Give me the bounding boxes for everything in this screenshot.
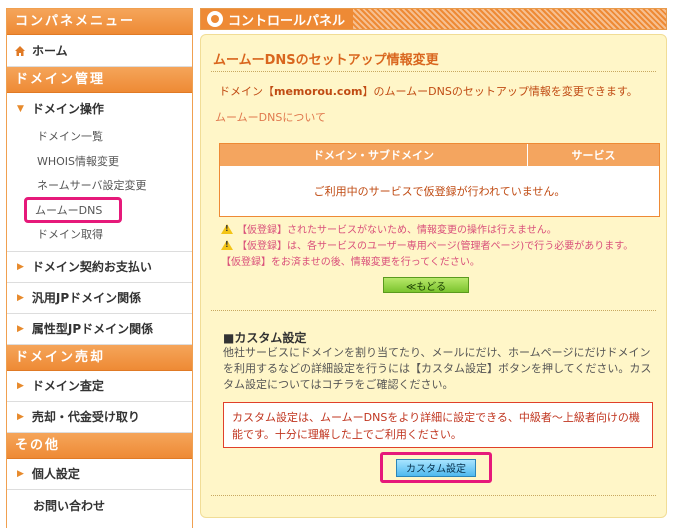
sidebar-subitem-domain-list[interactable]: ドメイン一覧 [7, 124, 192, 149]
custom-button-highlight: カスタム設定 [380, 452, 492, 483]
chevron-right-icon: ▶ [17, 323, 24, 334]
warning-message-2: 【仮登録】は、各サービスのユーザー専用ページ(管理者ページ)で行う必要があります… [221, 237, 633, 252]
section-domain-management: ドメイン管理 [7, 67, 192, 93]
chevron-right-icon: ▶ [17, 411, 24, 422]
domain-name: memorou.com [274, 85, 363, 98]
table-header: ドメイン・サブドメイン サービス [220, 144, 659, 166]
panel-title: ムームーDNSのセットアップ情報変更 [213, 53, 439, 68]
sidebar-item-jp-attribute[interactable]: ▶ 属性型JPドメイン関係 [7, 314, 192, 345]
main-panel: ムームーDNSのセットアップ情報変更 ドメイン【memorou.com】のムーム… [200, 34, 667, 518]
sidebar-item-label: ドメイン操作 [31, 102, 104, 116]
sidebar-subitem-whois[interactable]: WHOIS情報変更 [7, 149, 192, 174]
chevron-right-icon: ▶ [17, 261, 24, 272]
chevron-right-icon: ▶ [17, 292, 24, 303]
sidebar-item-label: 売却・代金受け取り [31, 410, 140, 424]
column-header-service: サービス [571, 149, 616, 162]
sidebar-item-label: ホーム [32, 44, 68, 58]
sidebar-subitem-domain-acquire[interactable]: ドメイン取得 [7, 222, 192, 247]
sidebar-item-home[interactable]: ホーム [7, 35, 192, 67]
sidebar-item-personal-settings[interactable]: ▶ 個人設定 [7, 459, 192, 490]
control-panel-header: コントロールパネル [200, 8, 667, 30]
sidebar-item-label: 汎用JPドメイン関係 [31, 291, 142, 305]
column-header-domain: ドメイン・サブドメイン [220, 144, 528, 166]
warning-icon [221, 239, 233, 250]
divider [211, 310, 656, 311]
sidebar-item-label: 属性型JPドメイン関係 [31, 322, 154, 336]
chevron-down-icon: ▼ [17, 103, 24, 114]
intro-suffix: 】のムームーDNSのセットアップ情報を変更できます。 [362, 85, 638, 98]
section-other: その他 [7, 432, 192, 459]
chevron-right-icon: ▶ [17, 380, 24, 391]
custom-settings-description: 他社サービスにドメインを割り当てたり、メールにだけ、ホームページにだけドメインを… [223, 346, 652, 391]
warning-text: 【仮登録】は、各サービスのユーザー専用ページ(管理者ページ)で行う必要があります… [237, 241, 634, 252]
sidebar-item-contract-payment[interactable]: ▶ ドメイン契約お支払い [7, 252, 192, 283]
sidebar-item-label: ドメイン査定 [31, 379, 104, 393]
warning-text: 【仮登録】されたサービスがないため、情報変更の操作は行えません。 [237, 225, 557, 236]
sidebar-item-jp-general[interactable]: ▶ 汎用JPドメイン関係 [7, 283, 192, 314]
sidebar: コンパネメニュー ホーム ドメイン管理 ▼ ドメイン操作 ドメイン一覧 WHOI… [6, 8, 193, 528]
note-text: 【仮登録】をお済ませの後、情報変更を行ってください。 [221, 257, 480, 268]
page-title: コントロールパネル [228, 13, 346, 29]
custom-settings-warning: カスタム設定は、ムームーDNSをより詳細に設定できる、中級者〜上級者向けの機能で… [223, 402, 653, 448]
sidebar-item-contact[interactable]: お問い合わせ [7, 490, 192, 522]
back-button[interactable]: ≪もどる [383, 277, 469, 293]
sidebar-item-label: ドメイン契約お支払い [31, 260, 152, 274]
sidebar-item-domain-operations[interactable]: ▼ ドメイン操作 [7, 93, 192, 124]
home-icon [15, 45, 25, 56]
sidebar-subitem-muumuu-dns[interactable]: ムームーDNS [24, 196, 122, 223]
sidebar-subitem-nameserver[interactable]: ネームサーバ設定変更 [7, 173, 192, 198]
table-empty-message: ご利用中のサービスで仮登録が行われていません。 [313, 185, 566, 198]
sidebar-item-label: 個人設定 [31, 467, 80, 481]
divider [211, 495, 656, 496]
section-domain-sell: ドメイン売却 [7, 344, 192, 371]
warning-message-1: 【仮登録】されたサービスがないため、情報変更の操作は行えません。 [221, 221, 557, 236]
custom-settings-button[interactable]: カスタム設定 [396, 458, 476, 477]
sidebar-item-sell-receive[interactable]: ▶ 売却・代金受け取り [7, 402, 192, 433]
about-muumuu-dns-link[interactable]: ムームーDNSについて [215, 109, 326, 125]
gear-icon [207, 11, 223, 27]
service-table: ドメイン・サブドメイン サービス ご利用中のサービスで仮登録が行われていません。 [219, 143, 660, 217]
chevron-right-icon: ▶ [17, 468, 24, 479]
divider [211, 71, 656, 72]
custom-settings-heading: ■カスタム設定 [223, 331, 307, 345]
warning-icon [221, 223, 233, 234]
sidebar-title: コンパネメニュー [7, 9, 192, 35]
intro-text: ドメイン【memorou.com】のムームーDNSのセットアップ情報を変更できま… [219, 83, 638, 99]
domain-operations-submenu: ドメイン一覧 WHOIS情報変更 ネームサーバ設定変更 ムームーDNS ドメイン… [7, 124, 192, 252]
sidebar-item-appraisal[interactable]: ▶ ドメイン査定 [7, 371, 192, 402]
intro-prefix: ドメイン【 [219, 85, 274, 98]
